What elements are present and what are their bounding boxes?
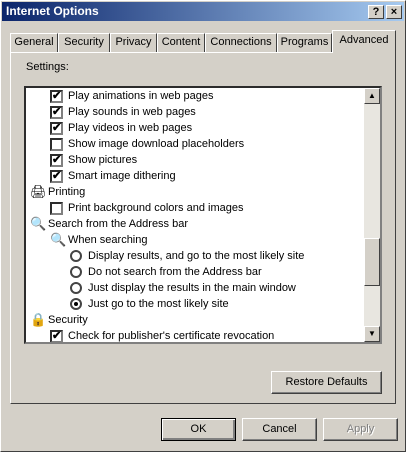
list-item-label: Show image download placeholders [68, 138, 245, 150]
magnifier-icon: 🔍 [30, 216, 47, 231]
checkbox[interactable]: ✔ [50, 106, 63, 119]
apply-button[interactable]: Apply [323, 418, 398, 441]
tab-content[interactable]: Content [157, 33, 205, 52]
subcategory-label: When searching [68, 234, 148, 246]
internet-options-dialog: Internet Options ? × General Security Pr… [0, 0, 406, 452]
scroll-thumb[interactable] [364, 238, 380, 286]
checkbox[interactable] [50, 138, 63, 151]
tab-privacy[interactable]: Privacy [110, 33, 157, 52]
tab-general[interactable]: General [10, 33, 58, 52]
category-label: Search from the Address bar [48, 218, 189, 230]
advanced-panel: Settings: ✔ Play animations in web pages… [10, 52, 396, 404]
list-item-label: Just display the results in the main win… [88, 282, 296, 294]
radio-button[interactable] [70, 298, 82, 310]
category-label: Printing [48, 186, 86, 198]
radio-button[interactable] [70, 250, 82, 262]
list-item-label: Print background colors and images [68, 202, 244, 214]
radio-button[interactable] [70, 266, 82, 278]
cancel-button[interactable]: Cancel [242, 418, 317, 441]
scroll-up-icon[interactable]: ▲ [364, 88, 380, 104]
vertical-scrollbar[interactable]: ▲ ▼ [364, 88, 380, 342]
list-item-label: Play sounds in web pages [68, 106, 196, 118]
ok-button[interactable]: OK [161, 418, 236, 441]
printer-icon: 🖨 [30, 184, 47, 199]
checkbox[interactable]: ✔ [50, 154, 63, 167]
checkbox[interactable]: ✔ [50, 170, 63, 183]
settings-label: Settings: [26, 61, 69, 73]
list-item-label: Play videos in web pages [68, 122, 193, 134]
checkbox[interactable] [50, 202, 63, 215]
checkbox[interactable]: ✔ [50, 122, 63, 135]
settings-list[interactable]: ✔ Play animations in web pages ✔ Play so… [24, 86, 382, 344]
tab-advanced[interactable]: Advanced [332, 30, 396, 53]
help-button[interactable]: ? [368, 5, 384, 19]
tab-connections[interactable]: Connections [205, 33, 277, 52]
restore-defaults-button[interactable]: Restore Defaults [271, 371, 382, 394]
lock-icon: 🔒 [30, 312, 47, 327]
checkbox[interactable]: ✔ [50, 330, 63, 342]
category-label: Security [48, 314, 88, 326]
list-item-label: Show pictures [68, 154, 138, 166]
list-item-label: Play animations in web pages [68, 90, 214, 102]
tab-programs[interactable]: Programs [277, 33, 332, 52]
radio-button[interactable] [70, 282, 82, 294]
list-item-label: Do not search from the Address bar [88, 266, 262, 278]
tab-security[interactable]: Security [58, 33, 110, 52]
window-title: Internet Options [6, 4, 99, 18]
list-item-label: Just go to the most likely site [88, 298, 229, 310]
title-bar[interactable]: Internet Options ? × [2, 2, 404, 21]
list-item-label: Smart image dithering [68, 170, 176, 182]
scroll-down-icon[interactable]: ▼ [364, 326, 380, 342]
list-item-label: Check for publisher's certificate revoca… [68, 330, 275, 342]
list-item-label: Display results, and go to the most like… [88, 250, 305, 262]
close-button[interactable]: × [386, 5, 402, 19]
magnifier-icon: 🔍 [50, 232, 67, 247]
checkbox[interactable]: ✔ [50, 90, 63, 103]
